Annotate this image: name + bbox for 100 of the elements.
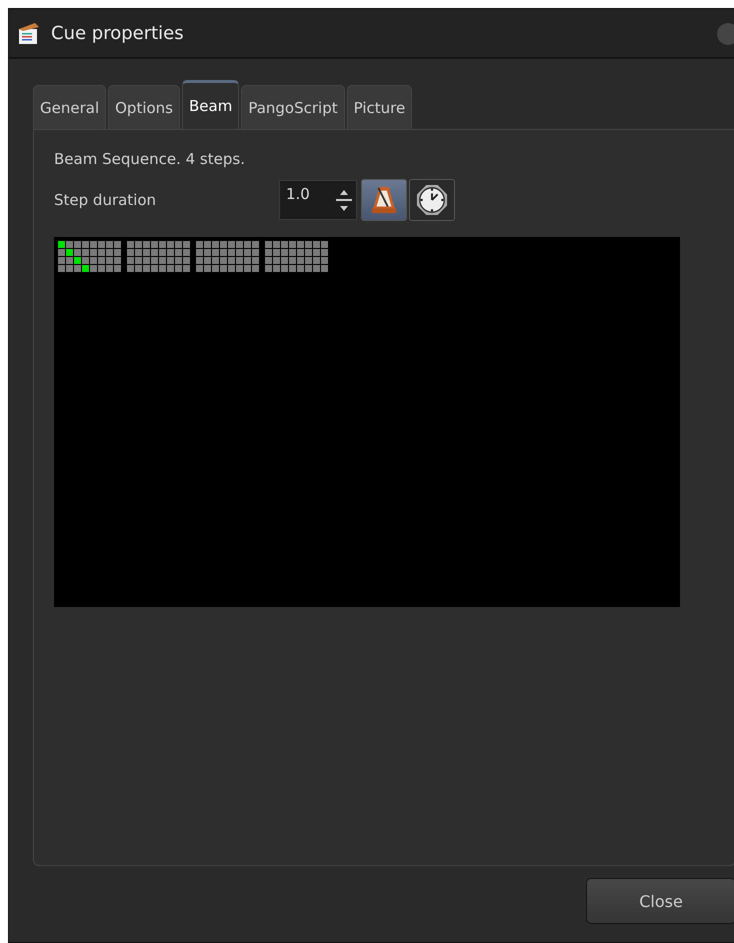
tab[interactable]: General [33,85,106,129]
beam-cell[interactable] [228,265,235,272]
beam-cell[interactable] [58,249,65,256]
beam-cell[interactable] [220,241,227,248]
beam-cell[interactable] [212,241,219,248]
beam-cell[interactable] [220,257,227,264]
beam-cell[interactable] [265,265,272,272]
beam-cell[interactable] [98,265,105,272]
beam-cell[interactable] [273,257,280,264]
beam-cell[interactable] [135,241,142,248]
tab[interactable]: Beam [182,80,240,129]
beam-cell[interactable] [196,257,203,264]
beam-cell[interactable] [305,257,312,264]
beam-cell[interactable] [66,257,73,264]
beam-cell[interactable] [289,257,296,264]
beam-cell[interactable] [127,257,134,264]
beam-cell[interactable] [321,241,328,248]
beam-cell[interactable] [151,249,158,256]
beam-cell[interactable] [127,241,134,248]
beam-cell[interactable] [135,257,142,264]
beam-cell[interactable] [74,249,81,256]
beam-cell[interactable] [143,257,150,264]
beam-cell[interactable] [244,257,251,264]
beam-cell[interactable] [281,241,288,248]
beam-cell[interactable] [236,241,243,248]
beam-cell[interactable] [159,249,166,256]
beam-cell[interactable] [74,241,81,248]
beam-cell[interactable] [305,265,312,272]
beam-cell[interactable] [313,257,320,264]
beam-cell[interactable] [82,265,89,272]
beam-cell[interactable] [151,265,158,272]
title-bar-button[interactable] [717,23,734,45]
beam-cell[interactable] [58,241,65,248]
beam-cell[interactable] [159,241,166,248]
beam-cell[interactable] [252,257,259,264]
beam-cell[interactable] [74,265,81,272]
beam-cell[interactable] [305,249,312,256]
beam-cell[interactable] [196,241,203,248]
beam-cell[interactable] [281,265,288,272]
beam-cell[interactable] [82,241,89,248]
beam-cell[interactable] [183,241,190,248]
beam-cell[interactable] [98,241,105,248]
beam-cell[interactable] [143,265,150,272]
beam-cell[interactable] [273,249,280,256]
beam-cell[interactable] [151,241,158,248]
beam-cell[interactable] [58,257,65,264]
beam-cell[interactable] [281,257,288,264]
beam-cell[interactable] [289,249,296,256]
beam-cell[interactable] [114,241,121,248]
beam-cell[interactable] [135,265,142,272]
beam-cell[interactable] [135,249,142,256]
beam-cell[interactable] [183,249,190,256]
beam-cell[interactable] [167,257,174,264]
beam-cell[interactable] [106,249,113,256]
beam-cell[interactable] [297,241,304,248]
beam-cell[interactable] [236,265,243,272]
beam-cell[interactable] [183,257,190,264]
beam-cell[interactable] [151,257,158,264]
close-button[interactable]: Close [586,878,734,924]
beam-cell[interactable] [204,241,211,248]
beam-cell[interactable] [297,265,304,272]
beam-cell[interactable] [228,257,235,264]
beam-cell[interactable] [159,257,166,264]
beam-cell[interactable] [183,265,190,272]
beam-cell[interactable] [297,249,304,256]
beam-cell[interactable] [244,265,251,272]
beam-cell[interactable] [313,265,320,272]
beam-cell[interactable] [127,249,134,256]
beam-cell[interactable] [167,265,174,272]
tab[interactable]: Picture [346,85,412,129]
beam-cell[interactable] [90,265,97,272]
beam-cell[interactable] [114,249,121,256]
beam-cell[interactable] [228,241,235,248]
beam-cell[interactable] [196,249,203,256]
beam-cell[interactable] [273,265,280,272]
beam-cell[interactable] [82,257,89,264]
beam-cell[interactable] [212,257,219,264]
beam-cell[interactable] [204,249,211,256]
clock-button[interactable] [409,179,455,221]
beam-cell[interactable] [90,249,97,256]
beam-cell[interactable] [66,249,73,256]
beam-cell[interactable] [289,265,296,272]
beam-cell[interactable] [127,265,134,272]
beam-cell[interactable] [321,265,328,272]
beam-cell[interactable] [175,241,182,248]
beam-cell[interactable] [265,241,272,248]
beam-cell[interactable] [252,265,259,272]
step-duration-spinbox[interactable]: 1.0 [279,180,357,220]
beam-cell[interactable] [106,265,113,272]
beam-cell[interactable] [66,241,73,248]
beam-cell[interactable] [74,257,81,264]
beam-cell[interactable] [175,249,182,256]
beam-cell[interactable] [196,265,203,272]
tab[interactable]: Options [108,85,180,129]
beam-cell[interactable] [321,249,328,256]
beam-cell[interactable] [265,249,272,256]
beam-cell[interactable] [228,249,235,256]
beam-cell[interactable] [143,249,150,256]
beam-cell[interactable] [313,241,320,248]
beam-cell[interactable] [204,265,211,272]
